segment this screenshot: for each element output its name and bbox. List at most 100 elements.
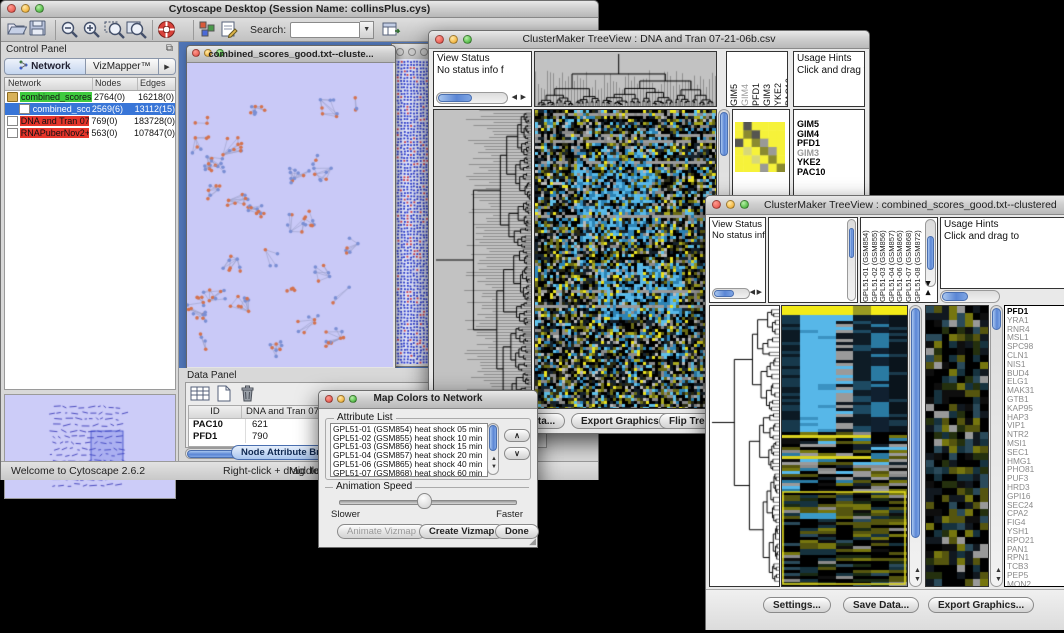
settings-button[interactable]: Settings...: [763, 597, 831, 613]
zoom-out-icon[interactable]: [60, 20, 82, 40]
tab-network[interactable]: Network: [4, 58, 86, 75]
attribute-list-scrollbar[interactable]: ▲ ▼: [487, 423, 499, 475]
tv1-top-dendrogram[interactable]: [534, 51, 717, 107]
dialog-title-bar[interactable]: Map Colors to Network: [319, 391, 537, 409]
tv2-topdendro-vscrollbar[interactable]: [847, 219, 856, 301]
usage-hints-label: Usage Hints: [944, 219, 1064, 231]
inactive-close-button[interactable]: [396, 48, 404, 56]
nodes-count: 769(0): [89, 116, 132, 126]
animate-vizmap-button[interactable]: Animate Vizmap: [337, 524, 426, 539]
tv2-detail-heatmap[interactable]: [925, 305, 989, 587]
view-status-text: No status info: [712, 230, 763, 241]
edges-count: 16218(0): [136, 92, 175, 102]
column-label[interactable]: PAC10: [784, 52, 788, 106]
main-title-bar[interactable]: Cytoscape Desktop (Session Name: collins…: [1, 1, 598, 18]
zoom-selected-icon[interactable]: [104, 20, 126, 40]
move-down-button[interactable]: ∨: [504, 447, 530, 460]
network-table-row[interactable]: DNA and Tran 07769(0)183728(0): [5, 115, 175, 127]
treeview2-title-bar[interactable]: ClusterMaker TreeView : combined_scores_…: [706, 196, 1064, 215]
network-table-row[interactable]: combined_sco2569(6)13112(15): [5, 103, 175, 115]
float-panel-icon[interactable]: ⧉: [166, 43, 173, 54]
save-session-icon[interactable]: [29, 20, 51, 40]
scroll-down-icon[interactable]: ▼: [914, 576, 921, 583]
tv1-correlation-matrix[interactable]: [735, 122, 785, 172]
scroll-left-icon[interactable]: ◀: [750, 289, 755, 296]
help-lifesaver-icon[interactable]: [157, 20, 179, 40]
export-graphics-button[interactable]: Export Graphics...: [928, 597, 1034, 613]
network-table-row[interactable]: RNAPuberNov2+563(0)107847(0): [5, 127, 175, 139]
scroll-down-icon[interactable]: ▼: [923, 288, 933, 298]
zoom-fit-icon[interactable]: [126, 20, 148, 40]
create-vizmap-button[interactable]: Create Vizmap: [419, 524, 504, 539]
zoom-in-icon[interactable]: [82, 20, 104, 40]
speed-slider-thumb[interactable]: [417, 493, 432, 509]
column-label[interactable]: YKE2: [773, 52, 783, 106]
column-label[interactable]: GIM3: [762, 52, 772, 106]
nodes-count: 2764(0): [92, 92, 136, 102]
move-up-button[interactable]: ∧: [504, 429, 530, 442]
column-label[interactable]: GPL51-08 (GSM872): [914, 218, 923, 302]
import-table-icon[interactable]: [382, 20, 404, 40]
tv2-status-scrollbar[interactable]: [712, 288, 750, 299]
annotation-icon[interactable]: [220, 20, 242, 40]
treeview1-title: ClusterMaker TreeView : DNA and Tran 07-…: [429, 33, 869, 45]
column-label[interactable]: GIM5: [729, 52, 739, 106]
attribute-list-item[interactable]: GPL51-07 (GSM868) heat shock 60 min: [333, 469, 485, 477]
search-dropdown-button[interactable]: ▼: [360, 21, 374, 39]
view-status-label: View Status: [437, 53, 528, 65]
column-label[interactable]: GIM4: [740, 52, 750, 106]
search-label: Search:: [250, 24, 286, 36]
birdseye-view[interactable]: [4, 394, 176, 499]
tv2-button-bar: Settings... Save Data... Export Graphics…: [706, 589, 1064, 630]
tv2-usage-scrollbar[interactable]: [940, 290, 1000, 303]
tv2-left-dendrogram[interactable]: [709, 305, 780, 587]
vizmapper-nodes-icon[interactable]: [198, 20, 220, 40]
network-view-window: combined_scores_good.txt--cluste...: [186, 45, 396, 369]
gene-label[interactable]: MON2: [1007, 580, 1064, 587]
scroll-right-icon[interactable]: ▶: [521, 94, 526, 101]
scroll-up-icon[interactable]: ▲: [914, 567, 921, 574]
network-canvas[interactable]: [187, 63, 393, 367]
column-label[interactable]: PFD1: [751, 52, 761, 106]
tv2-labels-vscrollbar[interactable]: [925, 219, 936, 287]
tv1-left-dendrogram[interactable]: [433, 109, 532, 409]
scroll-right-icon[interactable]: ▶: [757, 289, 762, 296]
tv2-column-labels: GPL51-01 (GSM854)GPL51-02 (GSM855)GPL51-…: [860, 217, 938, 303]
tv1-status-scrollbar[interactable]: [436, 92, 508, 104]
scroll-down-icon[interactable]: ▼: [995, 576, 1002, 583]
birdseye-canvas[interactable]: [5, 395, 175, 498]
treeview2-title: ClusterMaker TreeView : combined_scores_…: [706, 199, 1064, 211]
search-input[interactable]: [290, 22, 360, 38]
tv2-heatmap[interactable]: [781, 305, 908, 587]
attribute-select-icon[interactable]: [190, 385, 212, 405]
treeview1-title-bar[interactable]: ClusterMaker TreeView : DNA and Tran 07-…: [429, 31, 869, 49]
open-file-icon[interactable]: [7, 20, 29, 40]
scroll-left-icon[interactable]: ◀: [512, 94, 517, 101]
tv1-heatmap[interactable]: [534, 109, 717, 409]
tab-overflow-button[interactable]: ▶: [159, 58, 176, 75]
tv2-heatmap-vscrollbar[interactable]: ▲ ▼: [909, 305, 922, 587]
tv2-detail-vscrollbar[interactable]: ▲ ▼: [990, 305, 1003, 587]
network-name: RNAPuberNov2+: [20, 128, 90, 138]
scroll-up-icon[interactable]: ▲: [995, 567, 1002, 574]
nodes-count: 563(0): [89, 128, 132, 138]
delete-attribute-icon[interactable]: [240, 385, 262, 405]
tab-vizmapper[interactable]: VizMapper™: [86, 58, 159, 75]
inactive-minimize-button[interactable]: [408, 48, 416, 56]
scroll-up-icon[interactable]: ▲: [491, 456, 497, 463]
resize-grip-icon[interactable]: ◢: [529, 536, 536, 547]
network-table-row[interactable]: combined_scores2764(0)16218(0): [5, 91, 175, 103]
inactive-zoom-button[interactable]: [420, 48, 428, 56]
gene-label[interactable]: PAC10: [797, 168, 864, 178]
dialog-title: Map Colors to Network: [319, 393, 537, 404]
attribute-listbox[interactable]: GPL51-01 (GSM854) heat shock 05 minGPL51…: [330, 423, 488, 477]
new-attribute-icon[interactable]: [216, 385, 238, 405]
folder-icon: [7, 92, 18, 102]
network-table-header[interactable]: Network Nodes Edges: [5, 78, 175, 91]
data-col-id[interactable]: ID: [189, 406, 242, 418]
slower-label: Slower: [331, 509, 360, 520]
save-data-button[interactable]: Save Data...: [843, 597, 919, 613]
control-panel-tabs: Network VizMapper™ ▶: [4, 58, 176, 75]
tv2-top-dendrogram[interactable]: [768, 217, 858, 303]
scroll-down-icon[interactable]: ▼: [491, 464, 497, 471]
